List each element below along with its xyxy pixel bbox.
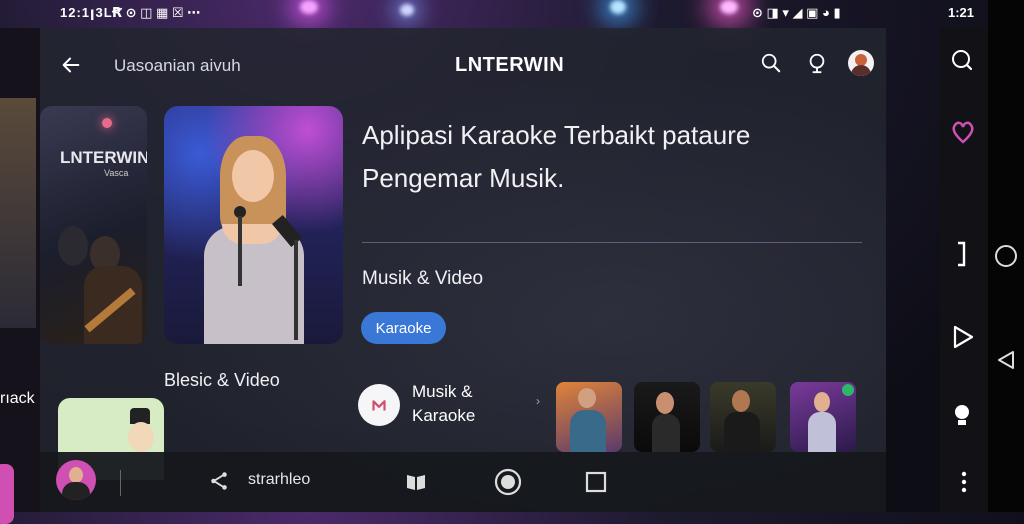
nav-separator bbox=[120, 470, 121, 496]
play-icon bbox=[953, 325, 974, 349]
bulb-button[interactable] bbox=[952, 402, 976, 432]
record-icon bbox=[494, 468, 522, 496]
karaoke-logo-icon bbox=[358, 384, 400, 426]
chevron-right-icon: › bbox=[536, 394, 540, 408]
favorite-button[interactable] bbox=[948, 116, 980, 148]
circle-home-icon bbox=[995, 245, 1017, 267]
triangle-back-icon bbox=[998, 351, 1014, 369]
performer-thumb-2[interactable] bbox=[634, 382, 700, 452]
feature-label-line1: Musik & bbox=[412, 382, 473, 401]
home-button[interactable] bbox=[994, 244, 1018, 268]
status-bar: 12:1ꞁ3L Ꞧ ⊙ ◫ ▦ ☒ ⋯ ⊙ ◨ ▾ ◢ ▣ ◕ ▮ 1:21 bbox=[0, 0, 1024, 26]
performer-thumb-4[interactable] bbox=[790, 382, 856, 452]
bracket-icon bbox=[958, 241, 966, 267]
performer-thumb-3[interactable] bbox=[710, 382, 776, 452]
share-icon bbox=[211, 472, 227, 490]
bracket-button[interactable] bbox=[952, 240, 976, 270]
avatar[interactable] bbox=[848, 50, 874, 76]
left-strip-text: rıack bbox=[0, 390, 35, 407]
status-icons-right: ⊙ ◨ ▾ ◢ ▣ ◕ ▮ bbox=[752, 5, 841, 20]
status-time-left: 12:1ꞁ3L bbox=[60, 5, 113, 20]
lightbulb-icon bbox=[955, 405, 969, 425]
play-button[interactable] bbox=[950, 324, 978, 352]
hero-singer-image[interactable] bbox=[164, 106, 343, 344]
search-icon bbox=[761, 53, 781, 73]
arrow-left-icon bbox=[62, 57, 80, 73]
app-title: LNTERWIN bbox=[455, 54, 565, 76]
divider bbox=[362, 242, 862, 243]
main-card: Uasoanian aivuh LNTERWIN LNTERWIN Vasca bbox=[40, 28, 886, 512]
microphone-icon bbox=[809, 53, 825, 74]
left-adjacent-panel: rıack bbox=[0, 28, 40, 524]
hero-left-sub: Vasca bbox=[104, 168, 129, 178]
more-button[interactable] bbox=[954, 468, 974, 498]
performer-thumb-1[interactable] bbox=[556, 382, 622, 452]
book-button[interactable] bbox=[404, 470, 432, 498]
status-icons-left: Ꞧ ⊙ ◫ ▦ ☒ ⋯ bbox=[112, 5, 201, 20]
right-sidebar bbox=[940, 28, 988, 512]
more-vertical-icon bbox=[961, 471, 967, 493]
category-label: Musik & Video bbox=[362, 268, 484, 289]
hero-thumbnail-left[interactable]: LNTERWIN Vasca bbox=[40, 106, 147, 344]
mic-button[interactable] bbox=[802, 48, 832, 78]
heart-ribbon-icon bbox=[952, 121, 974, 144]
top-bar: Uasoanian aivuh LNTERWIN bbox=[40, 28, 886, 104]
feature-label-line2: Karaoke bbox=[412, 406, 476, 425]
karaoke-chip-label: Karaoke bbox=[375, 319, 432, 337]
back-nav-button[interactable] bbox=[996, 350, 1018, 372]
system-nav-bar bbox=[988, 0, 1024, 512]
status-time-right: 1:21 bbox=[947, 5, 974, 20]
back-button[interactable] bbox=[56, 50, 86, 80]
share-button[interactable]: strarhleo bbox=[208, 468, 338, 498]
record-button[interactable] bbox=[494, 468, 524, 498]
feature-musik-karaoke[interactable]: Musik & Karaoke bbox=[356, 382, 526, 432]
section-label: Blesic & Video bbox=[164, 370, 280, 390]
search-button[interactable] bbox=[756, 48, 786, 78]
app-subtitle: Uasoanian aivuh bbox=[114, 56, 241, 75]
headline: Aplipasi Karaoke Terbaikt pataure Pengem… bbox=[362, 120, 751, 193]
hero-left-brand: LNTERWIN bbox=[60, 148, 147, 167]
profile-avatar[interactable] bbox=[56, 460, 96, 500]
book-icon bbox=[407, 475, 425, 490]
chat-bubble-icon bbox=[952, 50, 973, 71]
square-icon bbox=[585, 471, 607, 493]
karaoke-chip[interactable]: Karaoke bbox=[361, 312, 446, 344]
chat-button[interactable] bbox=[950, 48, 978, 76]
bottom-nav: strarhleo bbox=[40, 452, 886, 512]
share-label: strarhleo bbox=[248, 471, 311, 488]
badge-icon bbox=[842, 384, 854, 396]
square-button[interactable] bbox=[584, 470, 610, 496]
